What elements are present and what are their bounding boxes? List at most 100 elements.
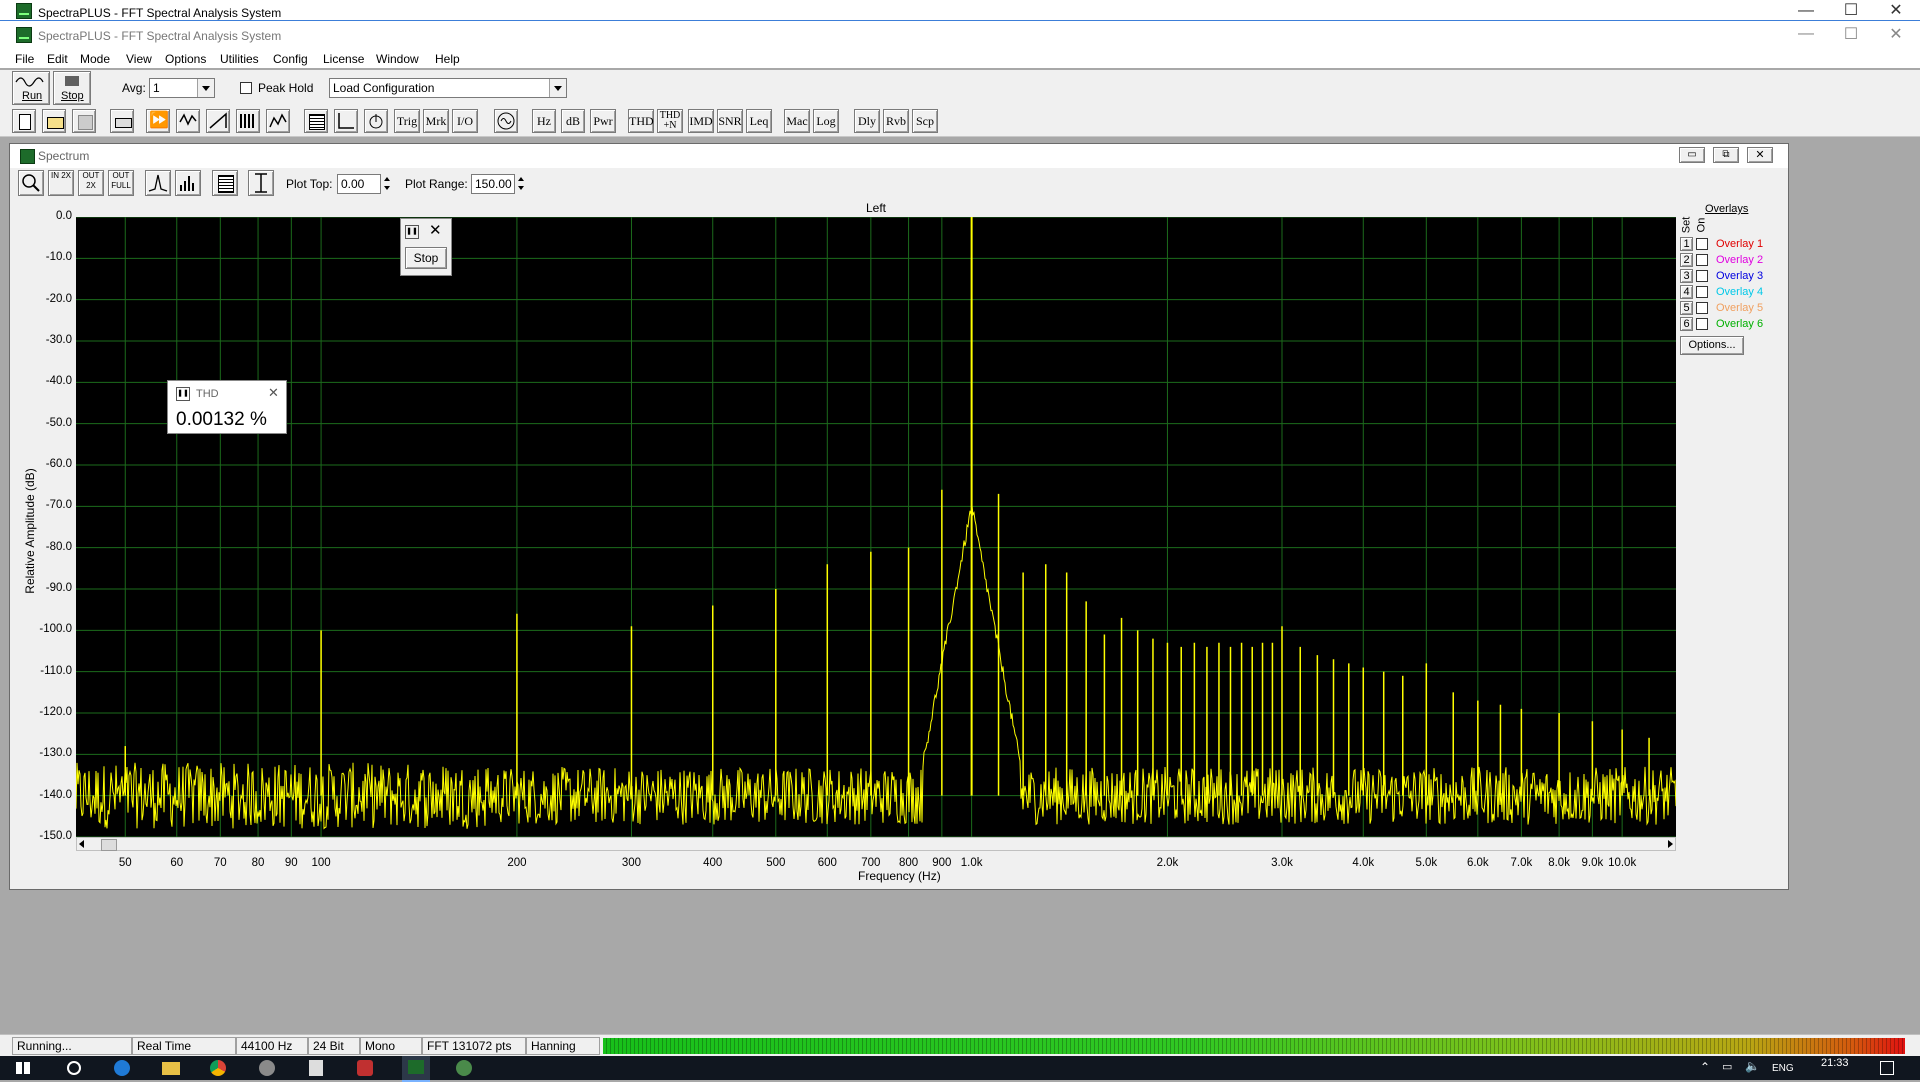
plot-range-spinner[interactable] [516,174,526,194]
pause-icon[interactable]: ❚❚ [176,387,190,401]
imd-button[interactable]: IMD [688,109,714,133]
overlay-checkbox[interactable] [1696,318,1708,330]
file-explorer-icon[interactable] [162,1062,180,1075]
minimize-icon[interactable]: ▭ [1679,147,1705,163]
stop-popup-button[interactable]: Stop [405,247,447,269]
menu-help[interactable]: Help [435,52,460,66]
run-button[interactable]: Run [12,71,50,105]
close-icon[interactable]: ✕ [1747,147,1773,163]
menu-options[interactable]: Options [165,52,206,66]
overlay-set-button[interactable]: 1 [1680,237,1693,251]
close-icon[interactable]: ✕ [268,385,279,401]
leq-button[interactable]: Leq [746,109,772,133]
hz-button[interactable]: Hz [532,109,556,133]
menu-window[interactable]: Window [376,52,419,66]
signal-generator-icon[interactable] [494,109,518,133]
overlay-checkbox[interactable] [1696,254,1708,266]
mac-button[interactable]: Mac [784,109,810,133]
spectrogram-icon[interactable] [236,109,260,133]
menu-edit[interactable]: Edit [47,52,68,66]
minimize-icon[interactable]: — [1786,2,1826,20]
pause-icon[interactable]: ❚❚ [405,225,419,239]
overlay-checkbox[interactable] [1696,270,1708,282]
new-file-icon[interactable] [12,109,36,133]
restore-icon[interactable]: ⧉ [1713,147,1739,163]
menu-utilities[interactable]: Utilities [220,52,259,66]
calculator-icon[interactable] [309,1060,323,1076]
close-icon[interactable]: ✕ [1876,0,1916,20]
language-indicator[interactable]: ENG [1772,1063,1794,1074]
edge-browser-icon[interactable] [114,1060,130,1076]
overlay-checkbox[interactable] [1696,302,1708,314]
plot-top-spinner[interactable] [382,174,392,194]
spectraplus-taskbar-icon[interactable] [402,1056,430,1082]
overlays-options-button[interactable]: Options... [1680,336,1744,355]
chevron-down-icon[interactable] [197,79,214,97]
zoom-out-2x-button[interactable]: OUT 2X [78,170,104,196]
peak-hold-checkbox[interactable] [240,82,252,94]
close-icon[interactable]: ✕ [429,221,442,239]
vertical-scale-icon[interactable] [248,170,274,196]
menu-view[interactable]: View [126,52,152,66]
pwr-button[interactable]: Pwr [590,109,616,133]
zoom-out-full-button[interactable]: OUT FULL [108,170,134,196]
line-plot-icon[interactable] [145,170,171,196]
minimize-icon[interactable]: — [1786,25,1826,43]
db-button[interactable]: dB [561,109,585,133]
menu-file[interactable]: File [15,52,34,66]
close-icon[interactable]: ✕ [1876,24,1916,44]
overlay-set-button[interactable]: 2 [1680,253,1693,267]
zoom-in-2x-button[interactable]: IN 2X [48,170,74,196]
overlay-set-button[interactable]: 5 [1680,301,1693,315]
tray-chevron-icon[interactable]: ⌃ [1700,1060,1710,1074]
fast-forward-icon[interactable]: ⏩ [146,109,170,133]
open-folder-icon[interactable] [42,109,66,133]
meter-icon[interactable] [364,109,388,133]
horizontal-scrollbar[interactable] [76,837,1676,851]
thd-button[interactable]: THD [628,109,654,133]
overlay-set-button[interactable]: 6 [1680,317,1693,331]
spectrum-plot[interactable] [76,217,1676,837]
scp-button[interactable]: Scp [912,109,938,133]
save-icon[interactable] [72,109,96,133]
sawtooth-icon[interactable] [206,109,230,133]
bar-plot-icon[interactable] [175,170,201,196]
axis-icon[interactable] [334,109,358,133]
dly-button[interactable]: Dly [854,109,880,133]
list-view-icon[interactable] [212,170,238,196]
mrk-button[interactable]: Mrk [423,109,449,133]
log-button[interactable]: Log [813,109,839,133]
snr-button[interactable]: SNR [717,109,743,133]
media-app-icon[interactable] [357,1060,373,1076]
settings-app-icon[interactable] [456,1060,472,1076]
maximize-icon[interactable]: ☐ [1831,24,1871,44]
menu-license[interactable]: License [323,52,364,66]
windows-start-icon[interactable] [16,1062,30,1074]
3d-surface-icon[interactable] [266,109,290,133]
plot-top-input[interactable]: 0.00 [337,174,381,194]
maximize-icon[interactable]: ☐ [1831,0,1871,20]
chrome-icon[interactable] [210,1060,226,1076]
recorder-icon[interactable] [176,109,200,133]
scroll-left-arrow-icon[interactable] [79,840,84,848]
io-button[interactable]: I/O [452,109,478,133]
notifications-icon[interactable] [1880,1061,1894,1075]
thd-readout-window[interactable]: ❚❚ THD ✕ 0.00132 % [167,380,287,434]
trig-button[interactable]: Trig [394,109,420,133]
panel-icon[interactable] [304,109,328,133]
overlay-checkbox[interactable] [1696,286,1708,298]
zoom-icon[interactable] [18,170,44,196]
thd-n-button[interactable]: THD +N [657,109,683,133]
app-icon[interactable] [259,1060,275,1076]
rvb-button[interactable]: Rvb [883,109,909,133]
overlay-set-button[interactable]: 4 [1680,285,1693,299]
configuration-select[interactable]: Load Configuration [329,78,567,98]
avg-select[interactable]: 1 [149,78,215,98]
scroll-right-arrow-icon[interactable] [1668,840,1673,848]
print-icon[interactable] [110,109,134,133]
menu-mode[interactable]: Mode [80,52,110,66]
overlay-set-button[interactable]: 3 [1680,269,1693,283]
volume-icon[interactable]: 🔈 [1745,1059,1760,1073]
overlay-checkbox[interactable] [1696,238,1708,250]
stop-button[interactable]: Stop [53,71,91,105]
